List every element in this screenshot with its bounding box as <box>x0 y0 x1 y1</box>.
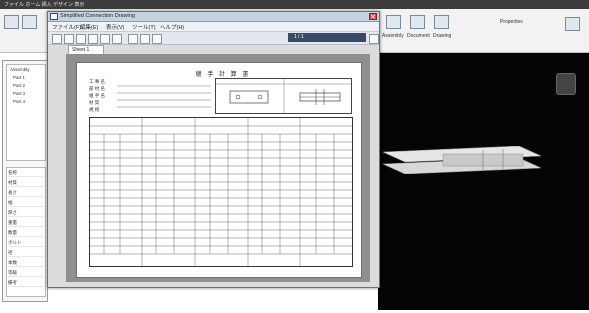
property-row[interactable]: 厚さ <box>8 210 44 217</box>
property-row[interactable]: 等級 <box>8 270 44 277</box>
tree-item[interactable]: Part 4 <box>13 99 25 104</box>
left-panel: Assembly Part 1 Part 2 Part 3 Part 4 名称 … <box>2 60 48 302</box>
page-indicator-text: 1 / 1 <box>294 34 304 40</box>
calculation-table <box>89 117 353 267</box>
title-bar-text: ファイル ホーム 挿入 デザイン 表示 <box>4 2 85 8</box>
prev-page-icon[interactable] <box>88 34 98 44</box>
preview-toolbar: 1 / 1 <box>48 32 379 45</box>
property-row[interactable]: ボルト <box>8 240 44 247</box>
page-indicator[interactable]: 1 / 1 <box>288 33 366 42</box>
steel-connector-model[interactable] <box>383 146 541 174</box>
joint-diagram <box>215 78 352 114</box>
tree-item[interactable]: Assembly <box>10 67 30 72</box>
menu-item-edit[interactable]: 編集(E) <box>80 23 98 31</box>
tree-item[interactable]: Part 1 <box>13 75 25 80</box>
preview-menu-bar: ファイル(F) 編集(E) 表示(V) ツール(T) ヘルプ(H) <box>48 22 379 32</box>
ribbon-label-drawing[interactable]: Drawing <box>433 33 451 39</box>
print-preview-canvas[interactable]: 継 手 計 算 書 工 事 名 部 材 名 継 手 名 材 質 規 格 <box>66 54 370 282</box>
document-page: 継 手 計 算 書 工 事 名 部 材 名 継 手 名 材 質 規 格 <box>76 62 362 278</box>
close-icon[interactable] <box>369 13 377 20</box>
property-panel: 名称 材質 長さ 幅 厚さ 重量 数量 ボルト 径 本数 等級 備考 <box>6 167 46 297</box>
title-bar: ファイル ホーム 挿入 デザイン 表示 <box>0 0 589 9</box>
menu-item-file[interactable]: ファイル(F) <box>52 23 81 31</box>
menu-item-view[interactable]: 表示(V) <box>106 23 124 31</box>
ribbon-label-assembly[interactable]: Assembly <box>382 33 404 39</box>
menu-item-help[interactable]: ヘルプ(H) <box>160 23 184 31</box>
info-line: 工 事 名 <box>89 79 106 84</box>
model-tree: Assembly Part 1 Part 2 Part 3 Part 4 <box>6 64 46 161</box>
next-page-icon[interactable] <box>100 34 110 44</box>
refresh-icon[interactable] <box>369 34 379 44</box>
last-page-icon[interactable] <box>112 34 122 44</box>
zoom-out-icon[interactable] <box>140 34 150 44</box>
close-panel-icon[interactable] <box>565 17 580 31</box>
property-row[interactable]: 幅 <box>8 200 44 207</box>
property-row[interactable]: 長さ <box>8 190 44 197</box>
info-underlines <box>117 85 211 108</box>
info-line: 材 質 <box>89 100 100 105</box>
first-page-icon[interactable] <box>76 34 86 44</box>
3d-viewport[interactable] <box>378 53 589 310</box>
tab-sheet-label: Sheet 1 <box>72 47 90 53</box>
info-line: 規 格 <box>89 107 100 112</box>
menu-item-tools[interactable]: ツール(T) <box>132 23 156 31</box>
ribbon-label-properties[interactable]: Properties <box>500 19 523 25</box>
zoom-in-icon[interactable] <box>128 34 138 44</box>
property-row[interactable]: 名称 <box>8 170 44 177</box>
view-cube-icon[interactable] <box>556 73 576 95</box>
property-row[interactable]: 本数 <box>8 260 44 267</box>
preview-window: Simplified Connection Drawing ファイル(F) 編集… <box>47 11 380 288</box>
tree-item[interactable]: Part 2 <box>13 83 25 88</box>
fit-page-icon[interactable] <box>152 34 162 44</box>
document-icon <box>50 13 58 20</box>
ruler-icon[interactable] <box>386 15 401 29</box>
ribbon-label-document[interactable]: Document <box>407 33 430 39</box>
document-icon[interactable] <box>410 15 425 29</box>
document-title: 継 手 計 算 書 <box>195 72 251 78</box>
app-menu-icon[interactable] <box>4 15 19 29</box>
info-line: 継 手 名 <box>89 93 106 98</box>
preview-title-bar: Simplified Connection Drawing <box>48 12 379 22</box>
print-icon[interactable] <box>52 34 62 44</box>
drawing-icon[interactable] <box>434 15 449 29</box>
tree-item[interactable]: Part 3 <box>13 91 25 96</box>
property-row[interactable]: 備考 <box>8 280 44 287</box>
info-line: 部 材 名 <box>89 86 106 91</box>
property-row[interactable]: 重量 <box>8 220 44 227</box>
save-icon[interactable] <box>64 34 74 44</box>
preview-title: Simplified Connection Drawing <box>60 13 135 19</box>
save-icon[interactable] <box>22 15 37 29</box>
tab-sheet[interactable]: Sheet 1 <box>68 45 104 54</box>
property-row[interactable]: 径 <box>8 250 44 257</box>
property-row[interactable]: 数量 <box>8 230 44 237</box>
property-row[interactable]: 材質 <box>8 180 44 187</box>
